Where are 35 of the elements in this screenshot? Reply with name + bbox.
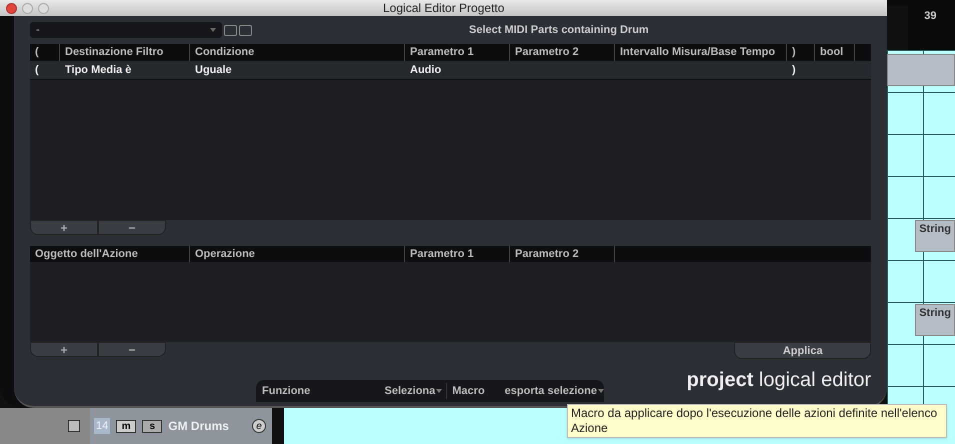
caret-icon bbox=[436, 389, 442, 393]
function-label: Funzione bbox=[262, 384, 310, 399]
column-header[interactable]: Parametro 2 bbox=[510, 246, 615, 262]
track-number: 14 bbox=[94, 418, 110, 434]
column-header[interactable]: Parametro 1 bbox=[405, 246, 510, 262]
table-cell-text: Tipo Media è bbox=[64, 63, 132, 78]
close-icon[interactable] bbox=[6, 2, 17, 14]
ruler-number: 39 bbox=[924, 10, 936, 22]
mute-button[interactable]: m bbox=[116, 420, 136, 432]
caret-icon bbox=[210, 28, 216, 32]
solo-button[interactable]: s bbox=[142, 420, 162, 432]
macro-label: Macro bbox=[452, 384, 485, 399]
add-button[interactable]: + bbox=[30, 342, 98, 357]
function-dropdown[interactable]: Seleziona bbox=[356, 382, 448, 400]
table-cell-text: Uguale bbox=[194, 63, 233, 78]
preset-dropdown[interactable]: - bbox=[30, 22, 222, 38]
table-cell-text: ( bbox=[34, 63, 40, 78]
column-header[interactable]: Operazione bbox=[190, 246, 405, 262]
edit-button[interactable]: e bbox=[252, 419, 266, 433]
apply-button[interactable]: Applica bbox=[734, 342, 872, 359]
tooltip: Macro da applicare dopo l'esecuzione delle azioni definite nell'elenco Azione bbox=[567, 404, 947, 438]
preset-name: Select MIDI Parts containing Drum bbox=[469, 22, 649, 38]
logo: project logical editor bbox=[686, 368, 872, 392]
table-cell-text: ) bbox=[791, 63, 797, 78]
add-button[interactable]: + bbox=[30, 220, 98, 235]
audio-part[interactable]: String bbox=[915, 304, 955, 336]
window-title: Logical Editor Progetto bbox=[383, 0, 504, 16]
macro-dropdown[interactable]: esporta selezione bbox=[504, 382, 604, 400]
caret-icon bbox=[598, 389, 604, 393]
column-header[interactable]: Oggetto dell'Azione bbox=[30, 246, 190, 262]
remove-button[interactable]: − bbox=[98, 220, 166, 235]
remove-button[interactable]: − bbox=[98, 342, 166, 357]
audio-part[interactable]: String bbox=[915, 220, 955, 252]
table-cell-text: Audio bbox=[409, 63, 442, 78]
track-name: GM Drums bbox=[168, 418, 229, 435]
